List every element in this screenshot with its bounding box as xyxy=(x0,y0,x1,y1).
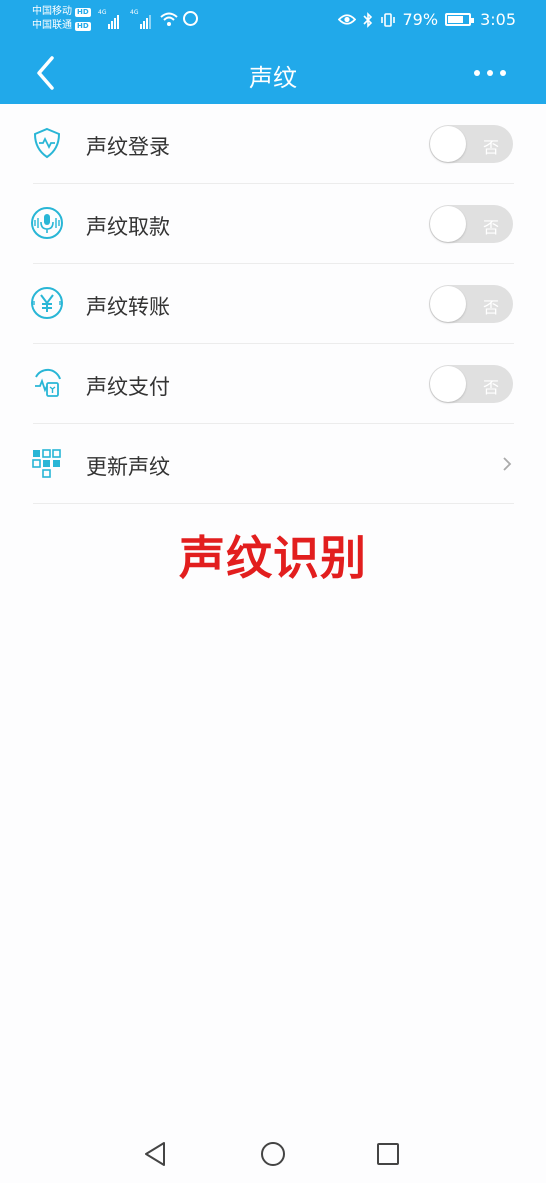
carrier-info: 中国移动 HD 中国联通 HD xyxy=(32,5,91,33)
voice-login-toggle[interactable]: 否 xyxy=(429,125,513,163)
system-nav-bar xyxy=(0,1120,546,1183)
setting-row-voice-transfer: 声纹转账 否 xyxy=(0,264,546,344)
status-bar: 中国移动 HD 中国联通 HD 4G 4G 79% 3:05 xyxy=(0,0,546,42)
setting-row-update-voiceprint[interactable]: 更新声纹 xyxy=(0,424,546,504)
toggle-state-label: 否 xyxy=(482,218,499,237)
signal-icon: 4G xyxy=(130,9,151,29)
clock: 3:05 xyxy=(480,10,516,29)
payment-icon xyxy=(35,368,61,397)
grid-icon xyxy=(32,449,61,478)
toggle-state-label: 否 xyxy=(482,378,499,397)
network-type: 4G xyxy=(130,9,139,16)
network-type: 4G xyxy=(98,9,107,16)
setting-row-voice-login: 声纹登录 否 xyxy=(0,104,546,184)
hd-badge: HD xyxy=(75,21,91,31)
setting-label: 声纹支付 xyxy=(86,375,170,399)
setting-label: 声纹取款 xyxy=(86,215,170,239)
title-bar: 声纹 xyxy=(0,42,546,104)
toggle-knob xyxy=(430,286,466,322)
eye-icon xyxy=(337,14,356,25)
divider xyxy=(33,503,514,504)
wifi-icon xyxy=(160,12,178,26)
toggle-knob xyxy=(430,206,466,242)
microphone-icon xyxy=(31,207,63,239)
voice-payment-toggle[interactable]: 否 xyxy=(429,365,513,403)
toggle-knob xyxy=(430,126,466,162)
settings-list: 声纹登录 否 声纹取款 否 声纹转账 否 声纹支付 否 更新声纹 xyxy=(0,104,546,504)
page-title: 声纹 xyxy=(249,64,297,92)
setting-label: 更新声纹 xyxy=(86,455,170,479)
vibrate-icon xyxy=(380,12,395,27)
battery-percent: 79% xyxy=(402,10,439,29)
setting-row-voice-withdraw: 声纹取款 否 xyxy=(0,184,546,264)
toggle-knob xyxy=(430,366,466,402)
nav-back-icon[interactable] xyxy=(142,1140,168,1168)
hd-badge: HD xyxy=(75,7,91,17)
setting-row-voice-payment: 声纹支付 否 xyxy=(0,344,546,424)
toggle-state-label: 否 xyxy=(482,138,499,157)
more-dots-icon[interactable] xyxy=(474,58,506,88)
carrier-1: 中国移动 xyxy=(32,6,72,17)
yuan-icon xyxy=(31,287,63,319)
overlay-caption: 声纹识别 xyxy=(179,531,367,585)
toggle-state-label: 否 xyxy=(482,298,499,317)
shield-icon xyxy=(33,127,61,159)
status-right: 79% 3:05 xyxy=(337,10,516,29)
nav-recent-icon[interactable] xyxy=(376,1142,400,1166)
setting-label: 声纹转账 xyxy=(86,295,170,319)
battery-icon xyxy=(445,13,475,26)
bluetooth-icon xyxy=(362,11,372,28)
setting-label: 声纹登录 xyxy=(86,135,170,159)
hand-icon xyxy=(183,11,198,26)
signal-icon: 4G xyxy=(98,9,119,29)
voice-transfer-toggle[interactable]: 否 xyxy=(429,285,513,323)
app-header: 中国移动 HD 中国联通 HD 4G 4G 79% 3:05 声纹 xyxy=(0,0,546,104)
chevron-right-icon xyxy=(503,457,512,471)
carrier-2: 中国联通 xyxy=(32,20,72,31)
nav-home-icon[interactable] xyxy=(259,1140,287,1168)
voice-withdraw-toggle[interactable]: 否 xyxy=(429,205,513,243)
